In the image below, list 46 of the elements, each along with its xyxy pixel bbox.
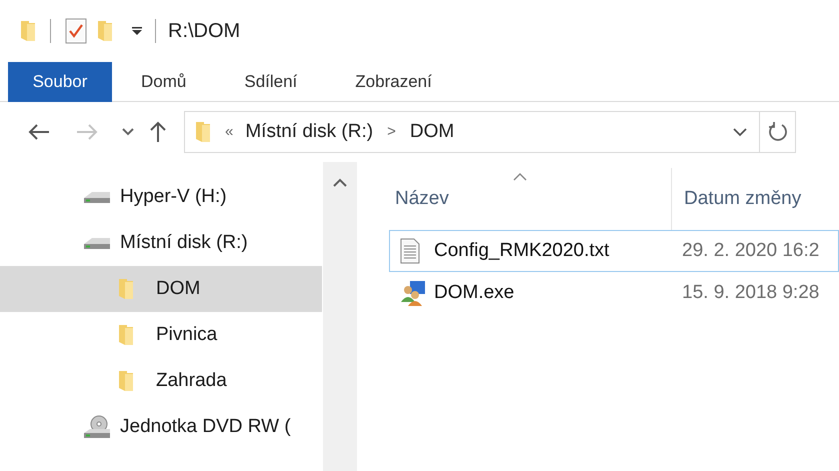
file-name: Config_RMK2020.txt [433, 238, 610, 263]
file-date: 15. 9. 2018 9:28 [681, 280, 820, 305]
folder-icon [20, 20, 36, 42]
history-dropdown-icon[interactable] [733, 128, 747, 136]
back-icon[interactable] [28, 124, 50, 140]
nav-tree-item[interactable]: Jednotka DVD RW ( [0, 404, 322, 450]
nav-tree-item[interactable]: Místní disk (R:) [0, 220, 322, 266]
nav-tree-label: DOM [156, 276, 200, 301]
address-bar[interactable]: « Místní disk (R:) > DOM [184, 111, 796, 153]
nav-tree-label: Pivnica [156, 322, 218, 347]
file-date: 29. 2. 2020 16:2 [681, 238, 820, 263]
column-header[interactable]: Datum změny [672, 168, 802, 230]
ribbon-tab[interactable]: Domů [112, 62, 216, 102]
recent-dropdown-icon[interactable] [122, 128, 134, 136]
folder-icon [118, 370, 134, 392]
checklist-icon[interactable] [65, 18, 87, 44]
file-name: DOM.exe [433, 280, 516, 305]
folder-icon [195, 121, 211, 143]
nav-tree-item[interactable]: Hyper-V (H:) [0, 174, 322, 220]
file-row[interactable]: Config_RMK2020.txt 29. 2. 2020 16:2 [389, 230, 839, 272]
ribbon-tab[interactable]: Zobrazení [326, 62, 461, 102]
scroll-up-icon[interactable] [333, 178, 347, 188]
nav-tree-label: Místní disk (R:) [120, 230, 248, 255]
nav-tree-label: Hyper-V (H:) [120, 184, 227, 209]
column-header[interactable]: Název [389, 168, 672, 230]
nav-tree-item[interactable]: Zahrada [0, 358, 322, 404]
folder-icon [97, 20, 113, 42]
nav-tree-item[interactable]: Pivnica [0, 312, 322, 358]
window-title: R:\DOM [168, 19, 240, 44]
breadcrumb[interactable]: Místní disk (R:) [245, 118, 374, 146]
breadcrumb-separator[interactable]: > [387, 120, 396, 144]
customize-dropdown-icon[interactable] [131, 26, 143, 36]
overflow-chevron[interactable]: « [225, 120, 234, 144]
dvd-drive-icon [82, 415, 112, 439]
breadcrumb[interactable]: DOM [410, 118, 454, 146]
folder-icon [118, 278, 134, 300]
nav-tree-label: Jednotka DVD RW ( [120, 414, 291, 439]
nav-tree-label: Zahrada [156, 368, 227, 393]
folder-icon [118, 324, 134, 346]
drive-icon [82, 190, 112, 204]
ribbon-tab[interactable]: Sdílení [215, 62, 326, 102]
file-tab[interactable]: Soubor [8, 62, 112, 102]
up-icon[interactable] [150, 121, 166, 143]
file-row[interactable]: DOM.exe 15. 9. 2018 9:28 [389, 272, 839, 314]
drive-icon [82, 236, 112, 250]
nav-tree-item[interactable]: DOM [0, 266, 322, 312]
